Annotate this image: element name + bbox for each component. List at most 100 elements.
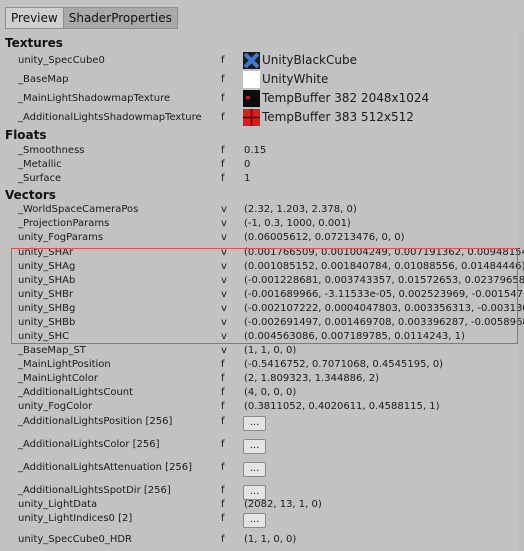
float-row: _Smoothness f 0.15 — [0, 144, 524, 158]
property-name: _MainLightShadowmapTexture — [18, 93, 171, 104]
array-row: _AdditionalLightsAttenuation [256] f ... — [0, 461, 524, 479]
property-name: _AdditionalLightsPosition [256] — [18, 416, 173, 427]
texture-row: _MainLightShadowmapTexture f TempBuffer … — [0, 89, 524, 108]
property-value: UnityWhite — [262, 72, 329, 86]
vector-row: _BaseMap_ST v (1, 1, 0, 0) — [0, 344, 524, 358]
float-row: _Surface f 1 — [0, 172, 524, 186]
property-value: (-0.001689966, -3.11533e-05, 0.002523969… — [244, 289, 524, 300]
tab-shader-properties[interactable]: ShaderProperties — [63, 7, 178, 29]
vector-row: _MainLightPosition f (-0.5416752, 0.7071… — [0, 358, 524, 372]
property-flag: f — [221, 513, 225, 524]
property-flag: v — [221, 345, 227, 356]
property-name: _Metallic — [18, 159, 62, 170]
property-value: TempBuffer 383 512x512 — [262, 110, 414, 124]
property-flag: f — [221, 416, 225, 427]
section-vectors: Vectors — [5, 188, 56, 202]
vector-row: _AdditionalLightsCount f (4, 0, 0, 0) — [0, 386, 524, 400]
property-value: 0.15 — [244, 145, 267, 156]
property-flag: v — [221, 289, 227, 300]
section-textures: Textures — [5, 36, 63, 50]
property-flag: f — [221, 499, 225, 510]
property-value: (0.001766509, 0.001004249, 0.007191362, … — [244, 247, 524, 258]
property-name: _AdditionalLightsShadowmapTexture — [18, 112, 202, 123]
vector-row: unity_SHBr v (-0.001689966, -3.11533e-05… — [0, 288, 524, 302]
property-flag: f — [221, 534, 225, 545]
property-value: TempBuffer 382 2048x1024 — [262, 91, 430, 105]
property-name: _MainLightColor — [18, 373, 98, 384]
cube-texture-icon[interactable] — [243, 52, 260, 69]
property-value: (1, 1, 0, 0) — [244, 345, 297, 356]
property-flag: f — [221, 55, 225, 66]
property-value: (0.004563086, 0.007189785, 0.0114243, 1) — [244, 331, 465, 342]
vector-row: unity_SHAr v (0.001766509, 0.001004249, … — [0, 246, 524, 260]
property-name: unity_SpecCube0_HDR — [18, 534, 132, 545]
property-flag: f — [221, 145, 225, 156]
texture-row: _BaseMap f UnityWhite — [0, 70, 524, 89]
property-value: (1, 1, 0, 0) — [244, 534, 297, 545]
property-name: unity_LightIndices0 [2] — [18, 513, 133, 524]
expand-array-button[interactable]: ... — [243, 439, 266, 454]
property-name: _WorldSpaceCameraPos — [18, 204, 139, 215]
property-value: UnityBlackCube — [262, 53, 357, 67]
property-name: unity_SHC — [18, 331, 70, 342]
property-flag: v — [221, 247, 227, 258]
white-texture-icon[interactable] — [243, 71, 260, 88]
property-name: unity_FogColor — [18, 401, 93, 412]
vector-row: unity_SpecCube0_HDR f (1, 1, 0, 0) — [0, 533, 524, 547]
property-flag: v — [221, 218, 227, 229]
texture-row: _AdditionalLightsShadowmapTexture f Temp… — [0, 108, 524, 127]
property-flag: f — [221, 485, 225, 496]
vector-row: unity_SHBg v (-0.002107222, 0.0004047803… — [0, 302, 524, 316]
property-flag: v — [221, 275, 227, 286]
property-flag: v — [221, 331, 227, 342]
expand-array-button[interactable]: ... — [243, 513, 266, 528]
tab-preview[interactable]: Preview — [5, 7, 64, 29]
property-value: (0.06005612, 0.07213476, 0, 0) — [244, 232, 405, 243]
property-name: unity_FogParams — [18, 232, 104, 243]
tab-bar: Preview ShaderProperties — [5, 7, 178, 29]
property-flag: f — [221, 173, 225, 184]
property-name: _MainLightPosition — [18, 359, 111, 370]
property-name: _AdditionalLightsColor [256] — [18, 439, 160, 450]
property-value: (0.3811052, 0.4020611, 0.4588115, 1) — [244, 401, 440, 412]
vector-row: unity_SHC v (0.004563086, 0.007189785, 0… — [0, 330, 524, 344]
vector-row: _ProjectionParams v (-1, 0.3, 1000, 0.00… — [0, 217, 524, 231]
property-name: unity_SpecCube0 — [18, 55, 105, 66]
property-flag: f — [221, 373, 225, 384]
vector-row: unity_SHAg v (0.001085152, 0.001840784, … — [0, 260, 524, 274]
property-name: unity_SHAg — [18, 261, 76, 272]
property-flag: f — [221, 74, 225, 85]
property-name: unity_SHBb — [18, 317, 76, 328]
property-value: (-1, 0.3, 1000, 0.001) — [244, 218, 351, 229]
property-name: _AdditionalLightsAttenuation [256] — [18, 462, 193, 473]
property-value: (-0.5416752, 0.7071068, 0.4545195, 0) — [244, 359, 444, 370]
property-flag: v — [221, 204, 227, 215]
property-name: unity_SHBr — [18, 289, 74, 300]
property-value: (2082, 13, 1, 0) — [244, 499, 322, 510]
vector-row: unity_FogParams v (0.06005612, 0.0721347… — [0, 231, 524, 245]
property-flag: f — [221, 439, 225, 450]
property-flag: f — [221, 401, 225, 412]
property-name: _AdditionalLightsCount — [18, 387, 134, 398]
vector-row: unity_LightData f (2082, 13, 1, 0) — [0, 498, 524, 512]
vector-row: _WorldSpaceCameraPos v (2.32, 1.203, 2.3… — [0, 203, 524, 217]
property-flag: v — [221, 303, 227, 314]
property-value: (2.32, 1.203, 2.378, 0) — [244, 204, 357, 215]
shadowmap-texture-icon[interactable] — [243, 109, 260, 126]
property-value: (4, 0, 0, 0) — [244, 387, 297, 398]
property-name: _BaseMap — [18, 74, 69, 85]
property-value: (0.001085152, 0.001840784, 0.01088556, 0… — [244, 261, 524, 272]
expand-array-button[interactable]: ... — [243, 416, 266, 431]
expand-array-button[interactable]: ... — [243, 462, 266, 477]
texture-row: unity_SpecCube0 f UnityBlackCube — [0, 51, 524, 70]
property-flag: f — [221, 359, 225, 370]
vector-row: unity_SHAb v (-0.001228681, 0.003743357,… — [0, 274, 524, 288]
property-name: _ProjectionParams — [18, 218, 110, 229]
shader-properties-panel: Textures unity_SpecCube0 f UnityBlackCub… — [0, 33, 524, 551]
property-flag: f — [221, 112, 225, 123]
property-flag: f — [221, 159, 225, 170]
property-name: _Surface — [18, 173, 62, 184]
array-row: _AdditionalLightsColor [256] f ... — [0, 438, 524, 456]
shadowmap-texture-icon[interactable] — [243, 90, 260, 107]
property-name: unity_SHAr — [18, 247, 74, 258]
